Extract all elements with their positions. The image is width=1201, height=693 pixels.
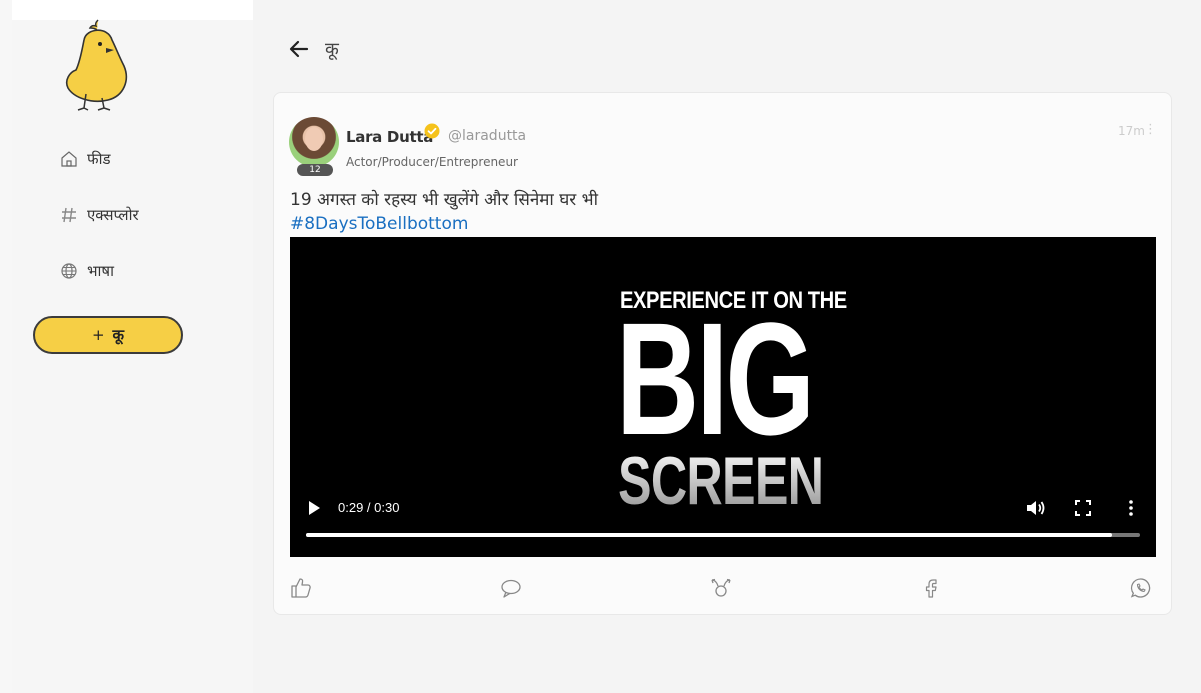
arrow-left-icon[interactable]: [287, 37, 311, 61]
main-content: कू 12 Lara Dutta @laradutta Actor/Produc…: [253, 0, 1201, 693]
sidebar-item-language[interactable]: भाषा: [60, 258, 114, 284]
page-title: कू: [325, 39, 339, 60]
video-more-icon[interactable]: [1127, 499, 1135, 517]
video-text-line2: BIG: [616, 289, 815, 468]
sidebar-item-feed[interactable]: फीड: [60, 146, 110, 172]
play-icon[interactable]: [307, 500, 321, 516]
sidebar-item-label: भाषा: [87, 262, 114, 280]
video-time: 0:29 / 0:30: [338, 500, 400, 515]
plus-icon: +: [91, 326, 105, 344]
sidebar-top-strip: [12, 0, 253, 20]
volume-icon[interactable]: [1026, 499, 1046, 517]
globe-icon: [60, 262, 78, 280]
create-koo-button[interactable]: + कू: [33, 316, 183, 354]
sidebar: फीड एक्सप्लोर भाषा + कू: [12, 0, 253, 693]
post-hashtag-link[interactable]: #8DaysToBellbottom: [290, 214, 468, 234]
sidebar-item-label: फीड: [87, 150, 111, 168]
fullscreen-icon[interactable]: [1075, 500, 1091, 516]
home-icon: [60, 150, 78, 168]
koo-logo-icon[interactable]: [62, 18, 134, 114]
video-player[interactable]: EXPERIENCE IT ON THE BIG SCREEN 0:29 / 0…: [290, 237, 1156, 557]
create-koo-label: कू: [112, 326, 125, 344]
rekoo-icon[interactable]: [710, 577, 732, 599]
facebook-icon[interactable]: [920, 577, 942, 599]
follower-badge: 12: [297, 164, 333, 176]
post-time: 17m: [1118, 124, 1145, 138]
post-text: 19 अगस्त को रहस्य भी खुलेंगे और सिनेमा घ…: [290, 190, 598, 210]
whatsapp-icon[interactable]: [1130, 577, 1152, 599]
koo-post-card: 12 Lara Dutta @laradutta Actor/Producer/…: [273, 92, 1172, 615]
comment-icon[interactable]: [500, 577, 522, 599]
author-bio: Actor/Producer/Entrepreneur: [346, 155, 518, 169]
more-options-icon[interactable]: ⋮: [1144, 123, 1157, 137]
sidebar-item-explore[interactable]: एक्सप्लोर: [60, 202, 139, 228]
like-icon[interactable]: [290, 577, 312, 599]
author-handle[interactable]: @laradutta: [448, 128, 526, 144]
page-header: कू: [287, 34, 339, 64]
avatar[interactable]: [289, 117, 339, 167]
verified-badge-icon: [424, 123, 440, 139]
post-actions: [290, 577, 1156, 601]
hashtag-icon: [60, 206, 78, 224]
sidebar-item-label: एक्सप्लोर: [87, 206, 139, 224]
author-name[interactable]: Lara Dutta: [346, 128, 433, 146]
video-progress-bar[interactable]: [306, 533, 1140, 537]
video-progress-fill: [306, 533, 1113, 537]
video-text-line3: SCREEN: [618, 443, 824, 519]
